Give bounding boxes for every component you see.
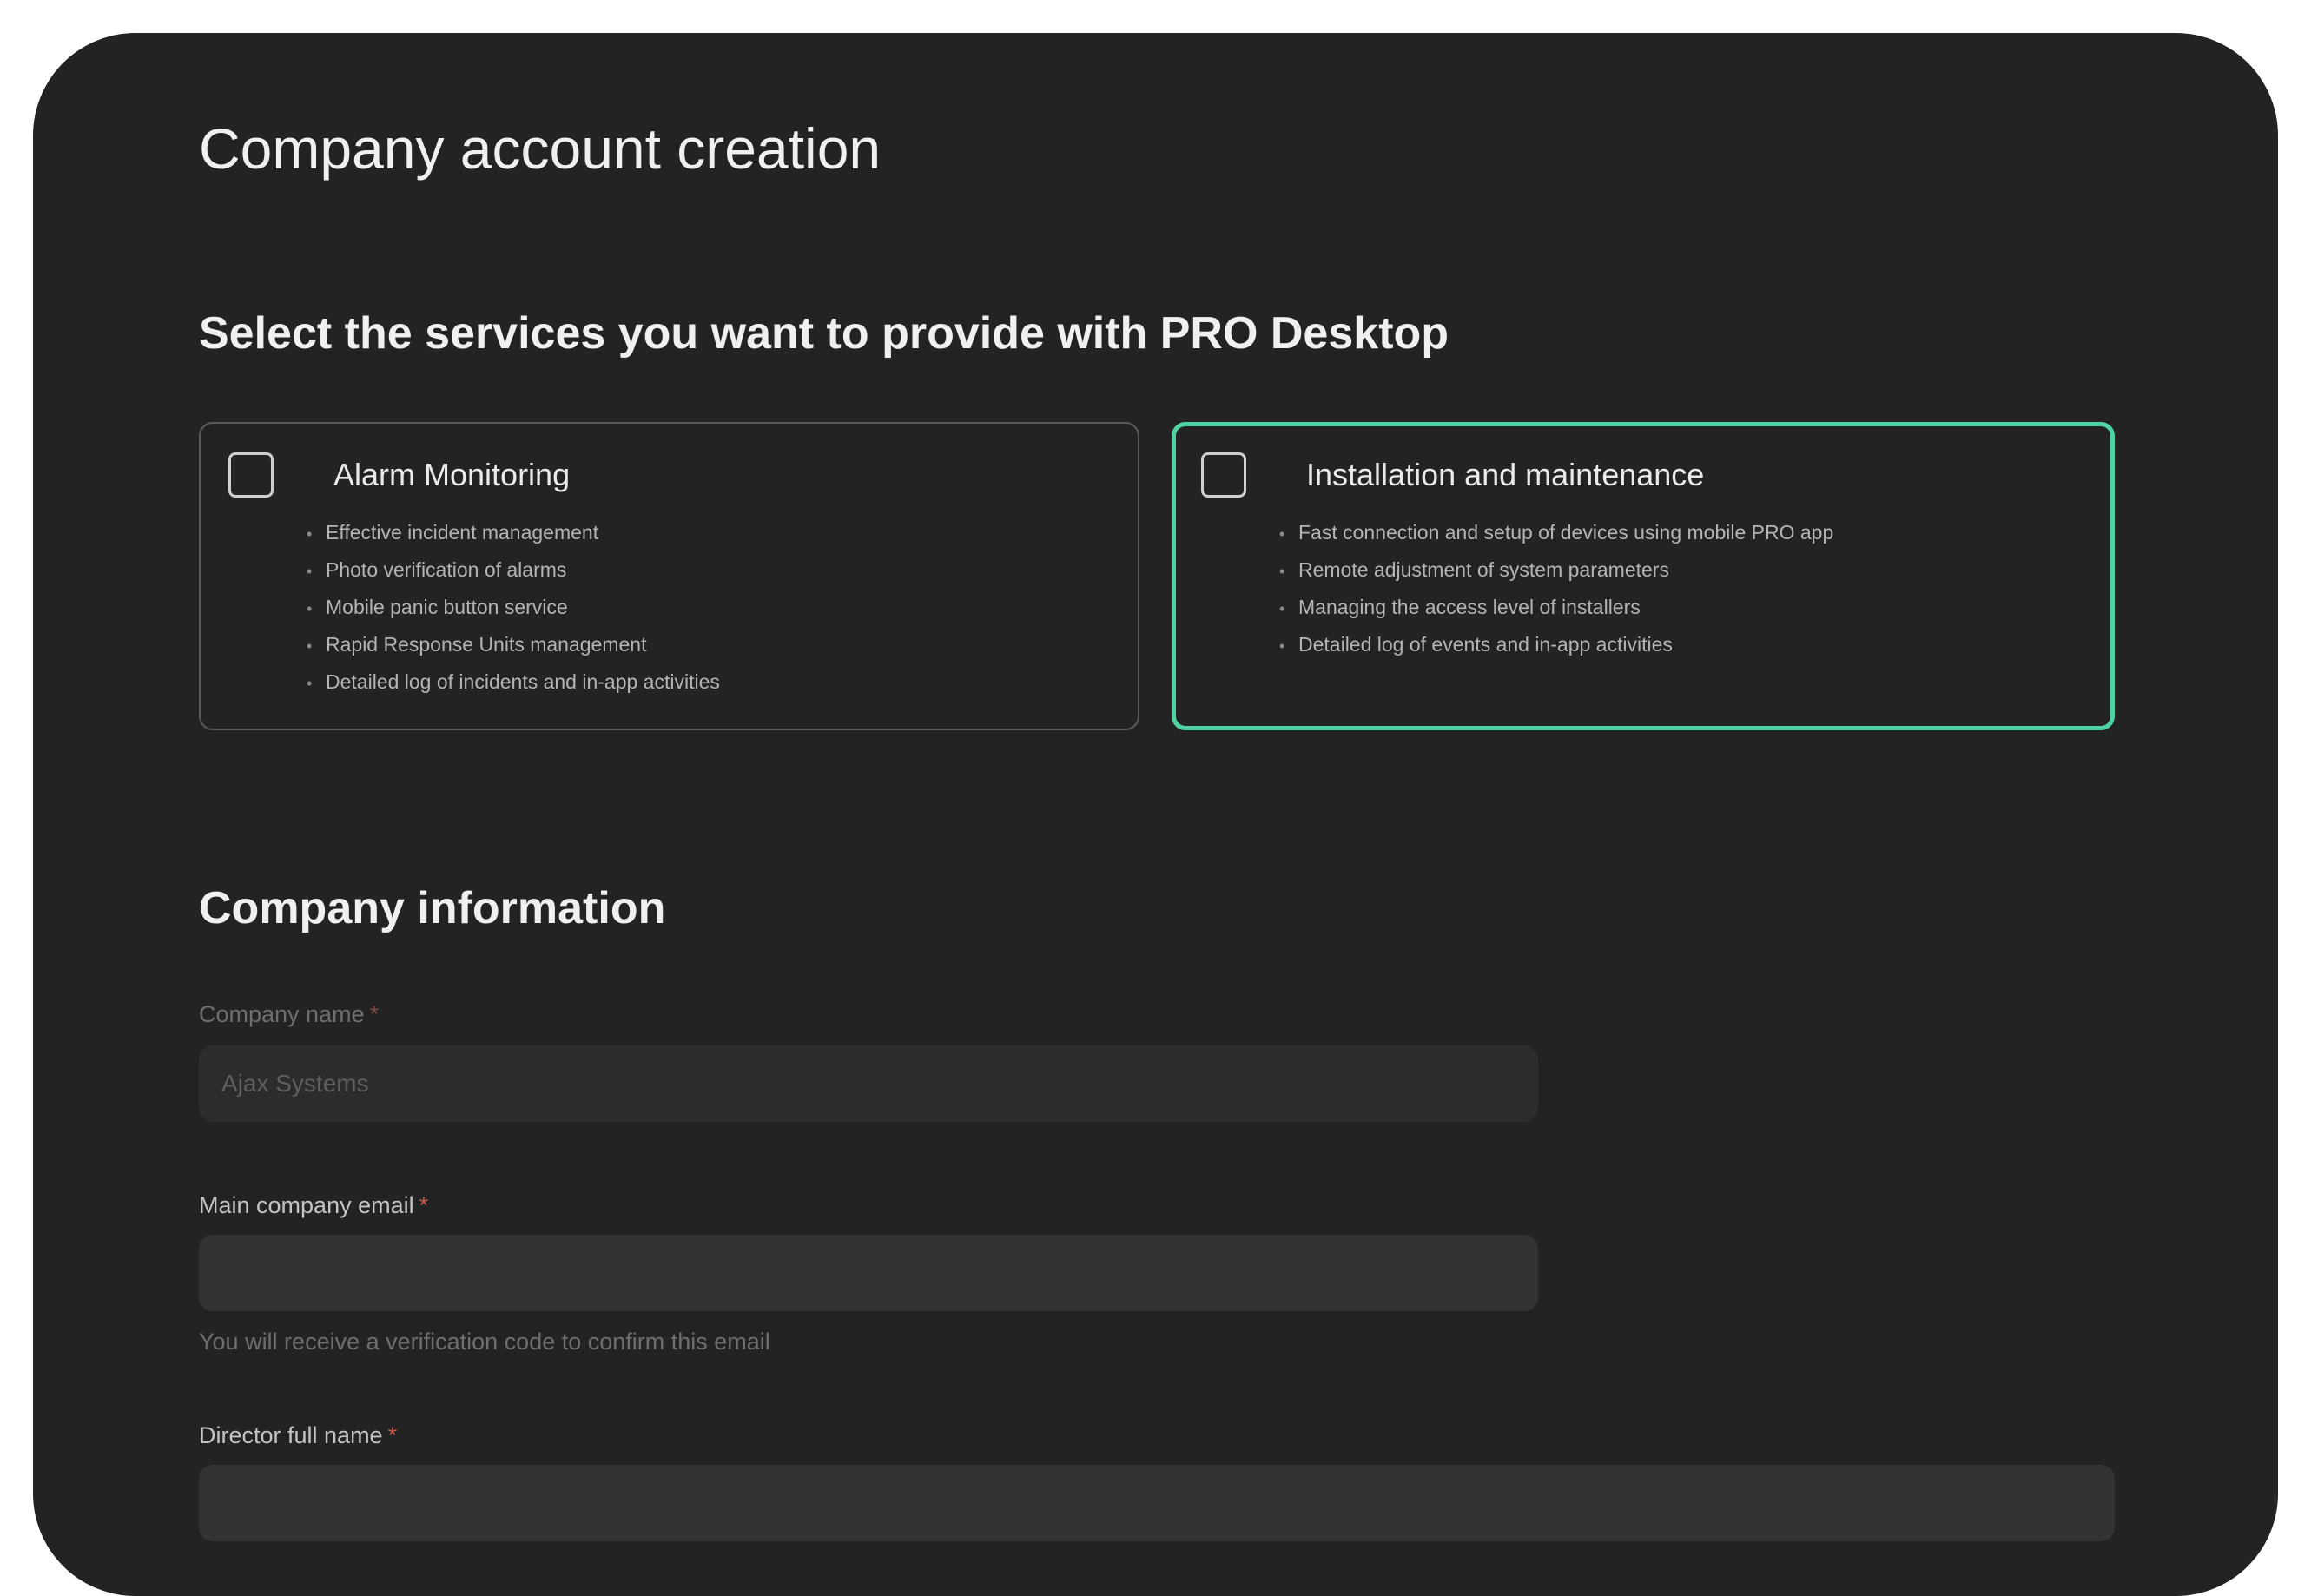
company-email-label-text: Main company email: [199, 1192, 414, 1218]
app-window: Company account creation Select the serv…: [33, 33, 2278, 1596]
company-info-heading: Company information: [199, 883, 666, 933]
email-hint: You will receive a verification code to …: [199, 1329, 770, 1355]
page-title: Company account creation: [199, 116, 882, 181]
company-name-label-text: Company name: [199, 1001, 365, 1027]
installation-maintenance-checkbox[interactable]: [1201, 452, 1246, 498]
required-marker: *: [419, 1192, 429, 1218]
company-email-label: Main company email *: [199, 1192, 428, 1219]
service-feature-item: Detailed log of events and in-app activi…: [1279, 627, 1833, 664]
service-card-title: Installation and maintenance: [1306, 457, 1705, 492]
service-card-alarm-monitoring[interactable]: Alarm Monitoring Effective incident mana…: [199, 422, 1139, 730]
service-feature-item: Rapid Response Units management: [307, 627, 720, 664]
director-name-label-text: Director full name: [199, 1422, 383, 1448]
company-email-input[interactable]: [199, 1235, 1538, 1311]
service-feature-item: Mobile panic button service: [307, 590, 720, 627]
service-feature-item: Effective incident management: [307, 515, 720, 552]
company-name-label: Company name *: [199, 1001, 379, 1028]
service-feature-item: Remote adjustment of system parameters: [1279, 552, 1833, 590]
required-marker: *: [369, 1001, 380, 1027]
services-heading: Select the services you want to provide …: [199, 308, 1449, 359]
service-feature-item: Managing the access level of installers: [1279, 590, 1833, 627]
service-card-installation-maintenance[interactable]: Installation and maintenance Fast connec…: [1172, 422, 2115, 730]
director-name-label: Director full name *: [199, 1422, 397, 1449]
required-marker: *: [387, 1422, 398, 1448]
service-card-title: Alarm Monitoring: [333, 457, 571, 492]
service-feature-item: Detailed log of incidents and in-app act…: [307, 664, 720, 702]
director-name-input[interactable]: [199, 1465, 2115, 1541]
company-name-input: [199, 1045, 1538, 1122]
alarm-monitoring-checkbox[interactable]: [228, 452, 274, 498]
service-feature-list: Effective incident management Photo veri…: [307, 515, 720, 702]
service-feature-item: Photo verification of alarms: [307, 552, 720, 590]
service-feature-list: Fast connection and setup of devices usi…: [1279, 515, 1833, 664]
service-feature-item: Fast connection and setup of devices usi…: [1279, 515, 1833, 552]
